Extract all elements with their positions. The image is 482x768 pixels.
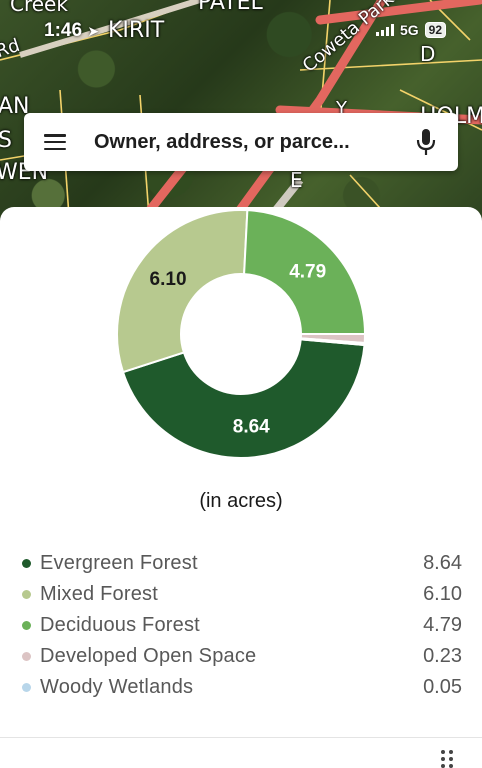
legend-dot bbox=[22, 559, 31, 568]
land-cover-donut-chart: 8.64 6.10 4.79 bbox=[116, 209, 367, 459]
search-bar[interactable]: Owner, address, or parce... bbox=[24, 113, 458, 171]
donut-slice-label: 8.64 bbox=[233, 416, 270, 437]
chart-unit-caption: (in acres) bbox=[199, 490, 283, 512]
map-label-patel: PATEL bbox=[198, 0, 263, 15]
legend-dot bbox=[22, 621, 31, 630]
signal-icon bbox=[375, 24, 394, 36]
legend-item: Woody Wetlands 0.05 bbox=[0, 672, 482, 703]
map-label-s: S bbox=[0, 128, 12, 153]
legend-item: Evergreen Forest 8.64 bbox=[0, 548, 482, 579]
legend-label: Evergreen Forest bbox=[40, 552, 198, 574]
legend-dot bbox=[22, 590, 31, 599]
panel-divider bbox=[0, 737, 482, 738]
map-label-d: D bbox=[420, 42, 436, 66]
legend-value: 4.79 bbox=[423, 614, 462, 636]
legend-item: Deciduous Forest 4.79 bbox=[0, 610, 482, 641]
legend-item: Developed Open Space 0.23 bbox=[0, 641, 482, 672]
legend-dot bbox=[22, 652, 31, 661]
map-label-creek: Creek bbox=[10, 0, 68, 16]
land-cover-panel: 8.64 6.10 4.79 (in acres) Evergreen Forest… bbox=[0, 207, 482, 768]
donut-slice-label: 6.10 bbox=[150, 269, 187, 290]
status-indicators: 5G 92 bbox=[375, 22, 446, 38]
drag-handle-icon[interactable] bbox=[441, 750, 453, 768]
legend-label: Deciduous Forest bbox=[40, 614, 200, 636]
legend-value: 8.64 bbox=[423, 552, 462, 574]
network-label: 5G bbox=[399, 22, 419, 38]
status-time-text: 1:46 bbox=[44, 20, 83, 41]
legend-label: Mixed Forest bbox=[40, 583, 158, 605]
location-arrow-icon: ➤ bbox=[87, 23, 100, 39]
legend-item: Mixed Forest 6.10 bbox=[0, 579, 482, 610]
donut-slice-label: 4.79 bbox=[289, 262, 326, 283]
map-label-e: E bbox=[290, 168, 303, 192]
battery-icon: 92 bbox=[424, 22, 446, 38]
status-time: 1:46 ➤ bbox=[44, 20, 99, 42]
microphone-icon[interactable] bbox=[414, 127, 438, 157]
map-label-kirit: KIRIT bbox=[108, 18, 165, 43]
legend-value: 0.05 bbox=[423, 676, 462, 698]
legend-value: 6.10 bbox=[423, 583, 462, 605]
chart-legend: Evergreen Forest 8.64 Mixed Forest 6.10 … bbox=[0, 548, 482, 703]
legend-dot bbox=[22, 683, 31, 692]
donut-slice-mixed-forest[interactable] bbox=[116, 209, 249, 374]
battery-level: 92 bbox=[428, 23, 442, 37]
legend-label: Developed Open Space bbox=[40, 645, 257, 667]
search-input[interactable]: Owner, address, or parce... bbox=[94, 131, 414, 154]
legend-label: Woody Wetlands bbox=[40, 676, 194, 698]
legend-value: 0.23 bbox=[423, 645, 462, 667]
menu-icon[interactable] bbox=[44, 134, 66, 150]
